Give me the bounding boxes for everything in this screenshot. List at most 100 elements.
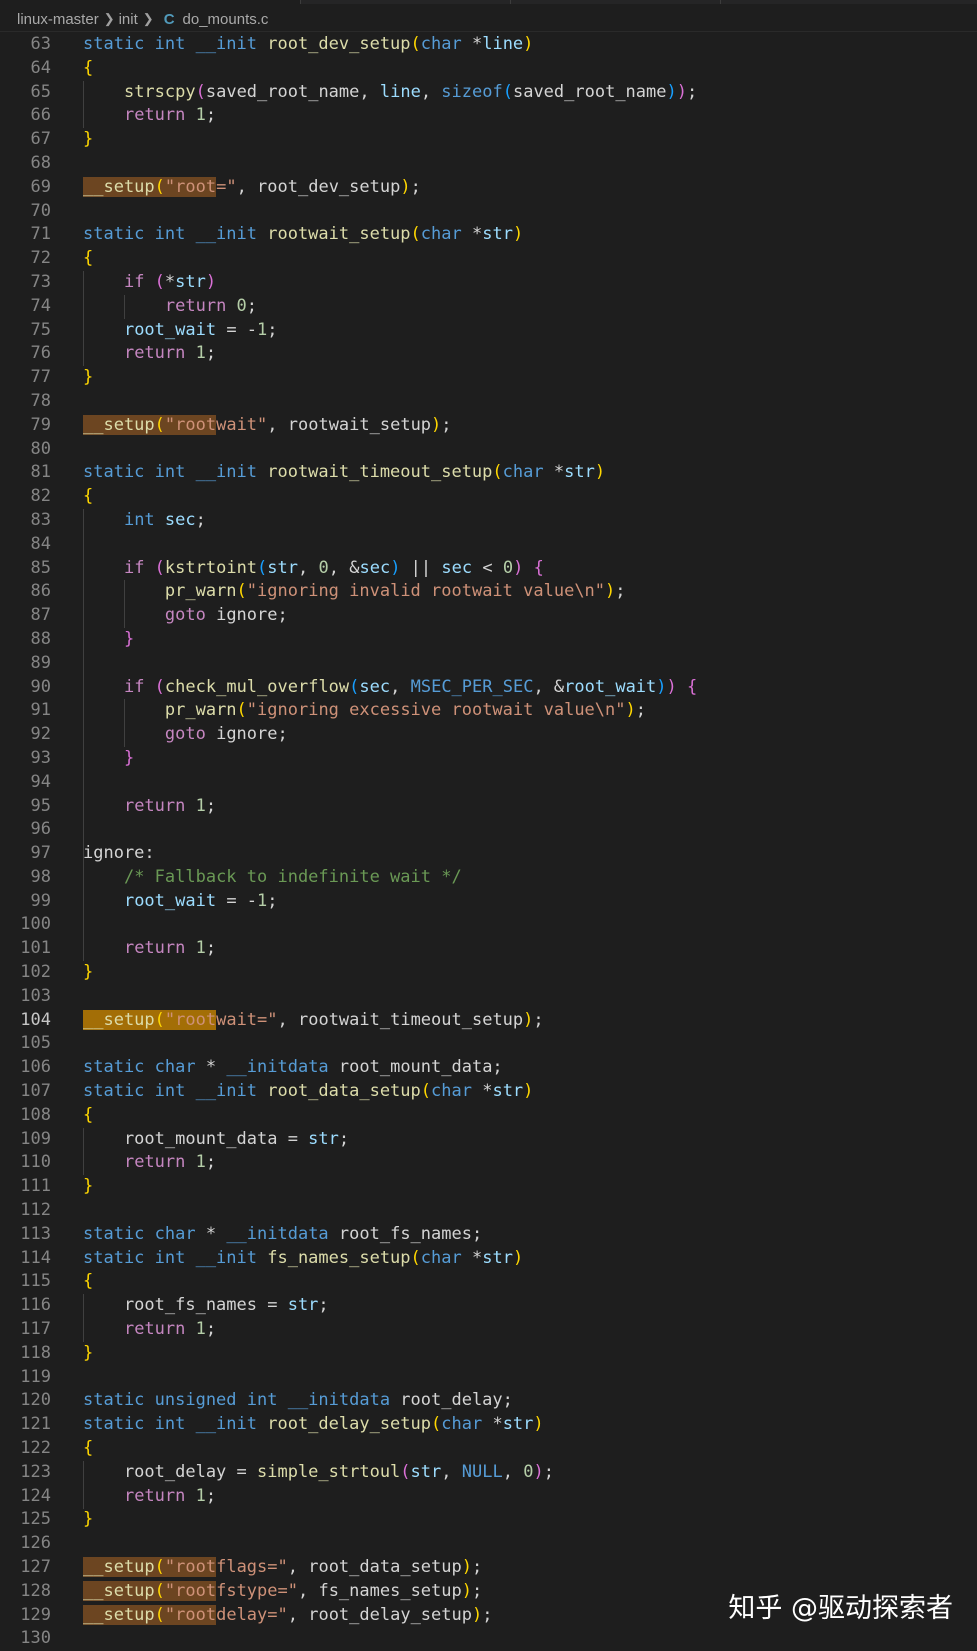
code-line[interactable]: 94 — [0, 771, 977, 795]
code-token: static int __init — [83, 1414, 268, 1435]
code-line[interactable]: 109 root_mount_data = str; — [0, 1128, 977, 1152]
line-number: 93 — [30, 747, 51, 768]
line-number: 111 — [20, 1176, 51, 1197]
code-line[interactable]: 66 return 1; — [0, 104, 977, 128]
code-line[interactable]: 92 goto ignore; — [0, 723, 977, 747]
code-line[interactable]: 103 — [0, 985, 977, 1009]
breadcrumb-project[interactable]: linux-master — [17, 11, 99, 28]
code-token: return — [164, 295, 237, 316]
code-line[interactable]: 118} — [0, 1342, 977, 1366]
code-text: { — [83, 1437, 93, 1461]
code-token: ) — [461, 1557, 472, 1577]
code-line[interactable]: 67} — [0, 128, 977, 152]
code-line[interactable]: 104 __setup("rootwait=", rootwait_timeout… — [0, 1009, 977, 1033]
breadcrumb-file[interactable]: do_mounts.c — [183, 11, 269, 28]
code-line[interactable]: 127 __setup("rootflags=", root_data_setup… — [0, 1556, 977, 1580]
line-number: 65 — [30, 81, 51, 102]
code-line[interactable]: 77} — [0, 366, 977, 390]
line-number: 100 — [20, 914, 51, 935]
code-token: ) — [656, 676, 667, 697]
code-line[interactable]: 81 static int __init rootwait_timeout_set… — [0, 461, 977, 485]
code-line[interactable]: 101 return 1; — [0, 937, 977, 961]
code-line[interactable]: 112 — [0, 1199, 977, 1223]
code-line[interactable]: 113 static char * __initdata root_fs_name… — [0, 1223, 977, 1247]
code-line[interactable]: 88 } — [0, 628, 977, 652]
code-line[interactable]: 123 root_delay = simple_strtoul(str, NUL… — [0, 1461, 977, 1485]
code-line[interactable]: 130 — [0, 1627, 977, 1651]
breadcrumb-folder[interactable]: init — [119, 11, 138, 28]
code-line[interactable]: 102} — [0, 961, 977, 985]
code-line[interactable]: 121 static int __init root_delay_setup(ch… — [0, 1413, 977, 1437]
code-token: ( — [154, 414, 165, 435]
code-token: ( — [410, 1247, 421, 1268]
code-line[interactable]: 73 if (*str) — [0, 271, 977, 295]
code-line[interactable]: 69 __setup("root=", root_dev_setup); — [0, 176, 977, 200]
code-line[interactable]: 89 — [0, 652, 977, 676]
code-text: } — [83, 1175, 93, 1199]
code-line[interactable]: 82 { — [0, 485, 977, 509]
code-token: sec — [441, 557, 473, 578]
code-line[interactable]: 72 { — [0, 247, 977, 271]
code-token: , rootwait_setup — [267, 414, 432, 435]
code-text: __setup("rootwait=", rootwait_timeout_se… — [83, 1009, 544, 1033]
code-line[interactable]: 95 return 1; — [0, 795, 977, 819]
code-line[interactable]: 96 — [0, 818, 977, 842]
code-token: saved_root_name, — [205, 81, 380, 102]
code-line[interactable]: 68 — [0, 152, 977, 176]
code-text: { — [83, 1270, 93, 1294]
code-line[interactable]: 105 — [0, 1032, 977, 1056]
code-line[interactable]: 97 ignore: — [0, 842, 977, 866]
code-text: static int __init rootwait_timeout_setup… — [83, 461, 605, 485]
line-number: 94 — [30, 771, 51, 792]
code-line[interactable]: 80 — [0, 438, 977, 462]
code-line[interactable]: 85 if (kstrtoint(str, 0, &sec) || sec < … — [0, 557, 977, 581]
code-line[interactable]: 114 static int __init fs_names_setup(char… — [0, 1247, 977, 1271]
line-number: 123 — [20, 1461, 51, 1482]
code-line[interactable]: 120 static unsigned int __initdata root_d… — [0, 1389, 977, 1413]
code-line[interactable]: 63 static int __init root_dev_setup(char … — [0, 33, 977, 57]
code-line[interactable]: 74 return 0; — [0, 295, 977, 319]
code-line[interactable]: 98 /* Fallback to indefinite wait */ — [0, 866, 977, 890]
code-token: ) — [512, 224, 524, 245]
code-line[interactable]: 115 { — [0, 1270, 977, 1294]
line-number: 97 — [30, 843, 51, 864]
code-line[interactable]: 84 — [0, 533, 977, 557]
code-line[interactable]: 75 root_wait = -1; — [0, 319, 977, 343]
code-line[interactable]: 119 — [0, 1366, 977, 1390]
code-line[interactable]: 108 { — [0, 1104, 977, 1128]
code-line[interactable]: 79 __setup("rootwait", rootwait_setup); — [0, 414, 977, 438]
code-token: * — [471, 34, 483, 54]
code-line[interactable]: 90 if (check_mul_overflow(sec, MSEC_PER_… — [0, 676, 977, 700]
code-line[interactable]: 93 } — [0, 747, 977, 771]
code-line[interactable]: 126 — [0, 1532, 977, 1556]
code-token: "root — [164, 1580, 217, 1601]
code-line[interactable]: 111} — [0, 1175, 977, 1199]
code-line[interactable]: 110 return 1; — [0, 1151, 977, 1175]
code-line[interactable]: 100 — [0, 913, 977, 937]
code-line[interactable]: 124 return 1; — [0, 1485, 977, 1509]
code-token: ( — [154, 176, 165, 197]
code-line[interactable]: 76 return 1; — [0, 342, 977, 366]
code-line[interactable]: 117 return 1; — [0, 1318, 977, 1342]
code-line[interactable]: 122 { — [0, 1437, 977, 1461]
code-line[interactable]: 71 static int __init rootwait_setup(char … — [0, 223, 977, 247]
code-line[interactable]: 65 strscpy(saved_root_name, line, sizeof… — [0, 81, 977, 105]
code-line[interactable]: 106 static char * __initdata root_mount_d… — [0, 1056, 977, 1080]
code-line[interactable]: 107 static int __init root_data_setup(cha… — [0, 1080, 977, 1104]
code-line[interactable]: 83 int sec; — [0, 509, 977, 533]
code-line[interactable]: 91 pr_warn("ignoring excessive rootwait … — [0, 699, 977, 723]
code-line[interactable]: 64 { — [0, 57, 977, 81]
code-token: } — [123, 747, 135, 768]
code-line[interactable]: 86 pr_warn("ignoring invalid rootwait va… — [0, 580, 977, 604]
code-line[interactable]: 116 root_fs_names = str; — [0, 1294, 977, 1318]
code-editor[interactable]: 63 static int __init root_dev_setup(char … — [0, 33, 977, 1651]
code-token: * — [205, 1223, 227, 1244]
code-line[interactable]: 70 — [0, 200, 977, 224]
code-token: * — [482, 1081, 493, 1102]
code-line[interactable]: 78 — [0, 390, 977, 414]
code-line[interactable]: 125} — [0, 1508, 977, 1532]
code-token: ( — [154, 1580, 165, 1601]
code-text: if (*str) — [83, 271, 216, 295]
code-line[interactable]: 87 goto ignore; — [0, 604, 977, 628]
code-line[interactable]: 99 root_wait = -1; — [0, 890, 977, 914]
